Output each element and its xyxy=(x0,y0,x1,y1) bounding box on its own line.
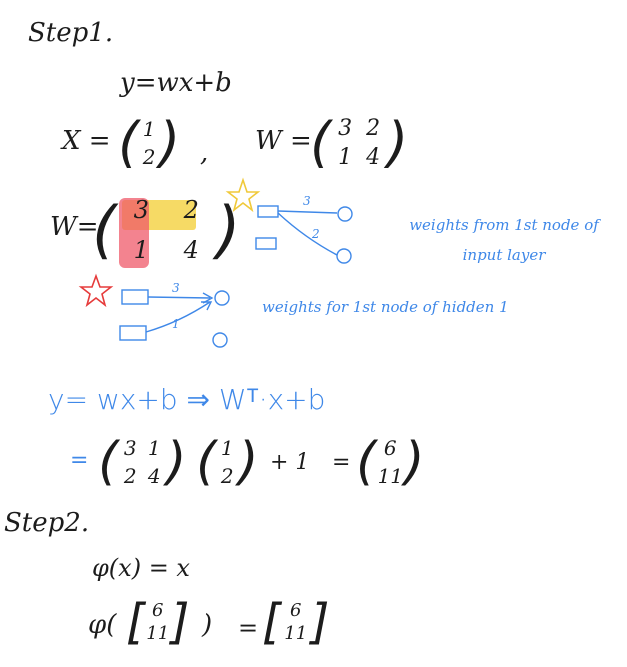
edge-to-output-1 xyxy=(277,210,338,214)
vector-cell: 11 xyxy=(377,464,404,488)
output-node-2 xyxy=(336,248,352,264)
step2-title: Step2. xyxy=(4,508,90,538)
hidden-node-2 xyxy=(212,332,228,348)
input-node-1 xyxy=(257,205,279,218)
right-paren: ) xyxy=(238,432,259,492)
vector-cell: 11 xyxy=(146,623,170,644)
vector-cell: 11 xyxy=(284,623,308,644)
left-paren: ( xyxy=(356,432,377,492)
calc-result-equals: = xyxy=(332,450,351,475)
right-paren: ) xyxy=(166,432,187,492)
yellow-star-icon xyxy=(225,177,261,213)
left-bracket: [ xyxy=(126,594,145,650)
edge-weight: 1 xyxy=(172,317,180,331)
edge-weight: 2 xyxy=(311,227,320,241)
edge-to-hidden-1 xyxy=(147,296,211,299)
input-node-2 xyxy=(119,325,147,341)
phi-apply-lhs: φ( xyxy=(88,610,117,640)
matrix-cell: 3 xyxy=(123,436,137,460)
right-bracket: ] xyxy=(310,594,330,650)
input-node-2 xyxy=(255,237,277,250)
calc-vector: ( 1 2 ) xyxy=(196,436,259,488)
edge-weight: 3 xyxy=(172,281,180,295)
phi-result-vector: [ 6 11 ] xyxy=(262,598,329,646)
phi-apply-close: ) xyxy=(202,610,213,640)
vector-cell: 1 xyxy=(220,436,234,460)
vector-cell: 6 xyxy=(290,600,302,621)
phi-apply-equals: = xyxy=(238,614,259,642)
blue-equation: y= wx+b ⇒ Wᵀ·x+b xyxy=(48,383,326,416)
vector-cell: 6 xyxy=(383,436,397,460)
phi-definition: φ(x) = x xyxy=(92,554,190,582)
calc-plus-bias: + 1 xyxy=(270,450,310,475)
matrix-cell: 1 xyxy=(147,436,161,460)
note-hidden-layer: weights for 1st node of hidden 1 xyxy=(262,298,509,316)
left-bracket: [ xyxy=(262,594,281,650)
phi-input-vector: [ 6 11 ] xyxy=(126,598,189,646)
edge-weight: 3 xyxy=(303,194,311,208)
right-paren: ) xyxy=(404,432,425,492)
matrix-cell: 2 xyxy=(123,464,137,488)
red-star-icon xyxy=(78,273,114,308)
input-node-1 xyxy=(121,289,149,305)
right-bracket: ] xyxy=(170,594,190,650)
edge-to-output-2 xyxy=(277,212,338,256)
calc-result-vector: ( 6 11 ) xyxy=(356,436,425,488)
left-paren: ( xyxy=(196,432,217,492)
output-node-1 xyxy=(337,206,353,222)
note-input-layer: weights from 1st node of input layer xyxy=(409,216,599,264)
left-paren: ( xyxy=(98,432,119,492)
hidden-node-1 xyxy=(214,290,230,306)
vector-cell: 2 xyxy=(220,464,234,488)
calc-equals: = xyxy=(70,448,89,473)
vector-cell: 6 xyxy=(152,600,164,621)
matrix-cell: 4 xyxy=(147,464,161,488)
calc-matrix: ( 3 1 2 4 ) xyxy=(98,436,187,488)
